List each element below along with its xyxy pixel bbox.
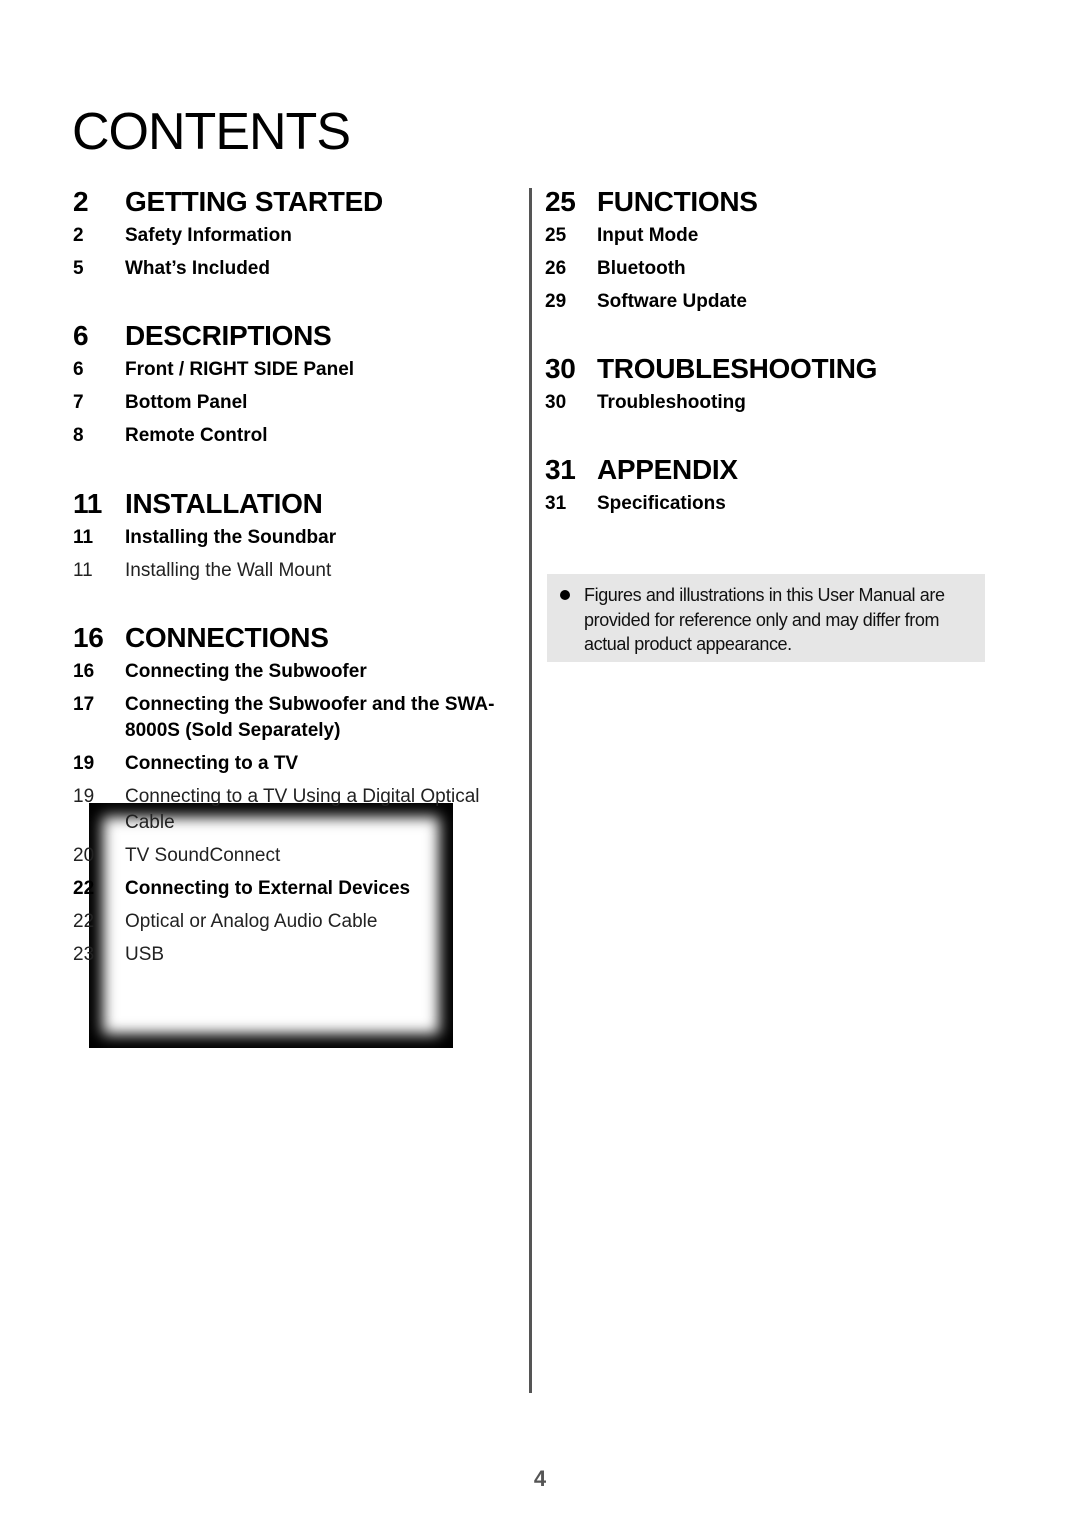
entry-label: Installing the Wall Mount [125, 560, 332, 581]
section-heading[interactable]: 31 APPENDIX [545, 453, 1005, 487]
section-title: TROUBLESHOOTING [597, 353, 878, 384]
toc-entry[interactable]: 23 USB [73, 942, 513, 968]
section-page-number: 30 [545, 353, 576, 384]
toc-section: 31 APPENDIX 31 Specifications [545, 453, 1005, 517]
entry-page-number: 16 [73, 661, 95, 682]
toc-section: 6 DESCRIPTIONS 6 Front / RIGHT SIDE Panel 7 B… [73, 319, 513, 449]
section-title: CONNECTIONS [125, 622, 329, 653]
toc-entry[interactable]: 17 Connecting the Subwoofer and the SWA-8… [73, 692, 513, 744]
section-heading[interactable]: 30 TROUBLESHOOTING [545, 352, 1005, 386]
section-title: APPENDIX [597, 454, 738, 485]
toc-entry[interactable]: 16 Connecting the Subwoofer [73, 659, 513, 685]
entry-page-number: 17 [73, 694, 95, 715]
section-page-number: 25 [545, 186, 576, 217]
toc-entry[interactable]: 6 Front / RIGHT SIDE Panel [73, 357, 513, 383]
entry-page-number: 22 [73, 878, 95, 899]
entry-page-number: 6 [73, 359, 84, 380]
entry-page-number: 11 [73, 560, 93, 581]
entry-label: TV SoundConnect [125, 845, 281, 866]
entry-label: Front / RIGHT SIDE Panel [125, 359, 355, 380]
entry-label: Connecting the Subwoofer [125, 661, 367, 682]
entry-label: Bluetooth [597, 258, 686, 279]
section-heading[interactable]: 11 INSTALLATION [73, 487, 513, 521]
section-heading[interactable]: 2 GETTING STARTED [73, 185, 513, 219]
toc-entry[interactable]: 8 Remote Control [73, 423, 513, 449]
toc-entry[interactable]: 20 TV SoundConnect [73, 843, 513, 869]
section-heading[interactable]: 6 DESCRIPTIONS [73, 319, 513, 353]
entry-page-number: 31 [545, 493, 567, 514]
column-divider [529, 188, 532, 1393]
entry-page-number: 19 [73, 753, 95, 774]
entry-label: Installing the Soundbar [125, 527, 337, 548]
toc-entry[interactable]: 19 Connecting to a TV [73, 751, 513, 777]
page-number: 4 [533, 1466, 547, 1491]
toc-entry[interactable]: 31 Specifications [545, 491, 1005, 517]
toc-entry[interactable]: 25 Input Mode [545, 223, 1005, 249]
toc-entry[interactable]: 2 Safety Information [73, 223, 513, 249]
toc-section: 25 FUNCTIONS 25 Input Mode 26 Bluetooth 29 Soft… [545, 185, 1005, 315]
entry-label: Input Mode [597, 225, 699, 246]
toc-entry[interactable]: 7 Bottom Panel [73, 390, 513, 416]
section-page-number: 11 [73, 488, 102, 519]
entry-page-number: 7 [73, 392, 84, 413]
toc-entry[interactable]: 22 Optical or Analog Audio Cable [73, 909, 513, 935]
entry-label: Remote Control [125, 425, 268, 446]
bullet-icon [560, 590, 570, 600]
toc-section: 11 INSTALLATION 11 Installing the Soundbar 1… [73, 487, 513, 584]
entry-page-number: 8 [73, 425, 84, 446]
section-page-number: 2 [73, 186, 89, 217]
toc-entry[interactable]: 29 Software Update [545, 289, 1005, 315]
section-title: DESCRIPTIONS [125, 320, 332, 351]
entry-page-number: 5 [73, 258, 84, 279]
toc-entry[interactable]: 19 Connecting to a TV Using a Digital Opt… [73, 784, 513, 836]
section-page-number: 16 [73, 622, 104, 653]
toc-entry[interactable]: 11 Installing the Soundbar [73, 525, 513, 551]
toc-entry[interactable]: 5 What’s Included [73, 256, 513, 282]
entry-label: Safety Information [125, 225, 292, 246]
entry-page-number: 22 [73, 911, 95, 932]
section-title: INSTALLATION [125, 488, 323, 519]
section-heading[interactable]: 25 FUNCTIONS [545, 185, 1005, 219]
toc-entry[interactable]: 22 Connecting to External Devices [73, 876, 513, 902]
entry-label: Optical or Analog Audio Cable [125, 911, 378, 932]
entry-page-number: 19 [73, 786, 95, 807]
entry-page-number: 30 [545, 392, 567, 413]
toc-entry[interactable]: 30 Troubleshooting [545, 390, 1005, 416]
entry-page-number: 20 [73, 845, 95, 866]
toc-entry[interactable]: 26 Bluetooth [545, 256, 1005, 282]
entry-label: Connecting to External Devices [125, 878, 411, 899]
entry-label: Troubleshooting [597, 392, 746, 413]
toc-section: 2 GETTING STARTED 2 Safety Information 5 What… [73, 185, 513, 282]
entry-page-number: 29 [545, 291, 567, 312]
section-title: FUNCTIONS [597, 186, 758, 217]
entry-label: Connecting to a TV Using a Digital Optic… [125, 786, 480, 833]
entry-label: Specifications [597, 493, 726, 514]
entry-label: Connecting the Subwoofer and the SWA-800… [125, 694, 495, 741]
toc-entry[interactable]: 11 Installing the Wall Mount [73, 558, 513, 584]
entry-label: Software Update [597, 291, 747, 312]
entry-page-number: 26 [545, 258, 567, 279]
toc-section: 16 CONNECTIONS 16 Connecting the Subwoofer 1… [73, 621, 513, 968]
entry-label: What’s Included [125, 258, 270, 279]
toc-section: 30 TROUBLESHOOTING 30 Troubleshooting [545, 352, 1005, 416]
section-page-number: 31 [545, 454, 576, 485]
entry-label: USB [125, 944, 165, 965]
note-box: Figures and illustrations in this User M… [547, 574, 985, 662]
note-text: Figures and illustrations in this User M… [584, 585, 945, 654]
section-title: GETTING STARTED [125, 186, 383, 217]
entry-page-number: 23 [73, 944, 95, 965]
entry-label: Bottom Panel [125, 392, 248, 413]
entry-page-number: 25 [545, 225, 567, 246]
entry-page-number: 11 [73, 527, 94, 548]
page-title: CONTENTS [72, 103, 351, 161]
entry-page-number: 2 [73, 225, 84, 246]
section-page-number: 6 [73, 320, 89, 351]
section-heading[interactable]: 16 CONNECTIONS [73, 621, 513, 655]
entry-label: Connecting to a TV [125, 753, 299, 774]
